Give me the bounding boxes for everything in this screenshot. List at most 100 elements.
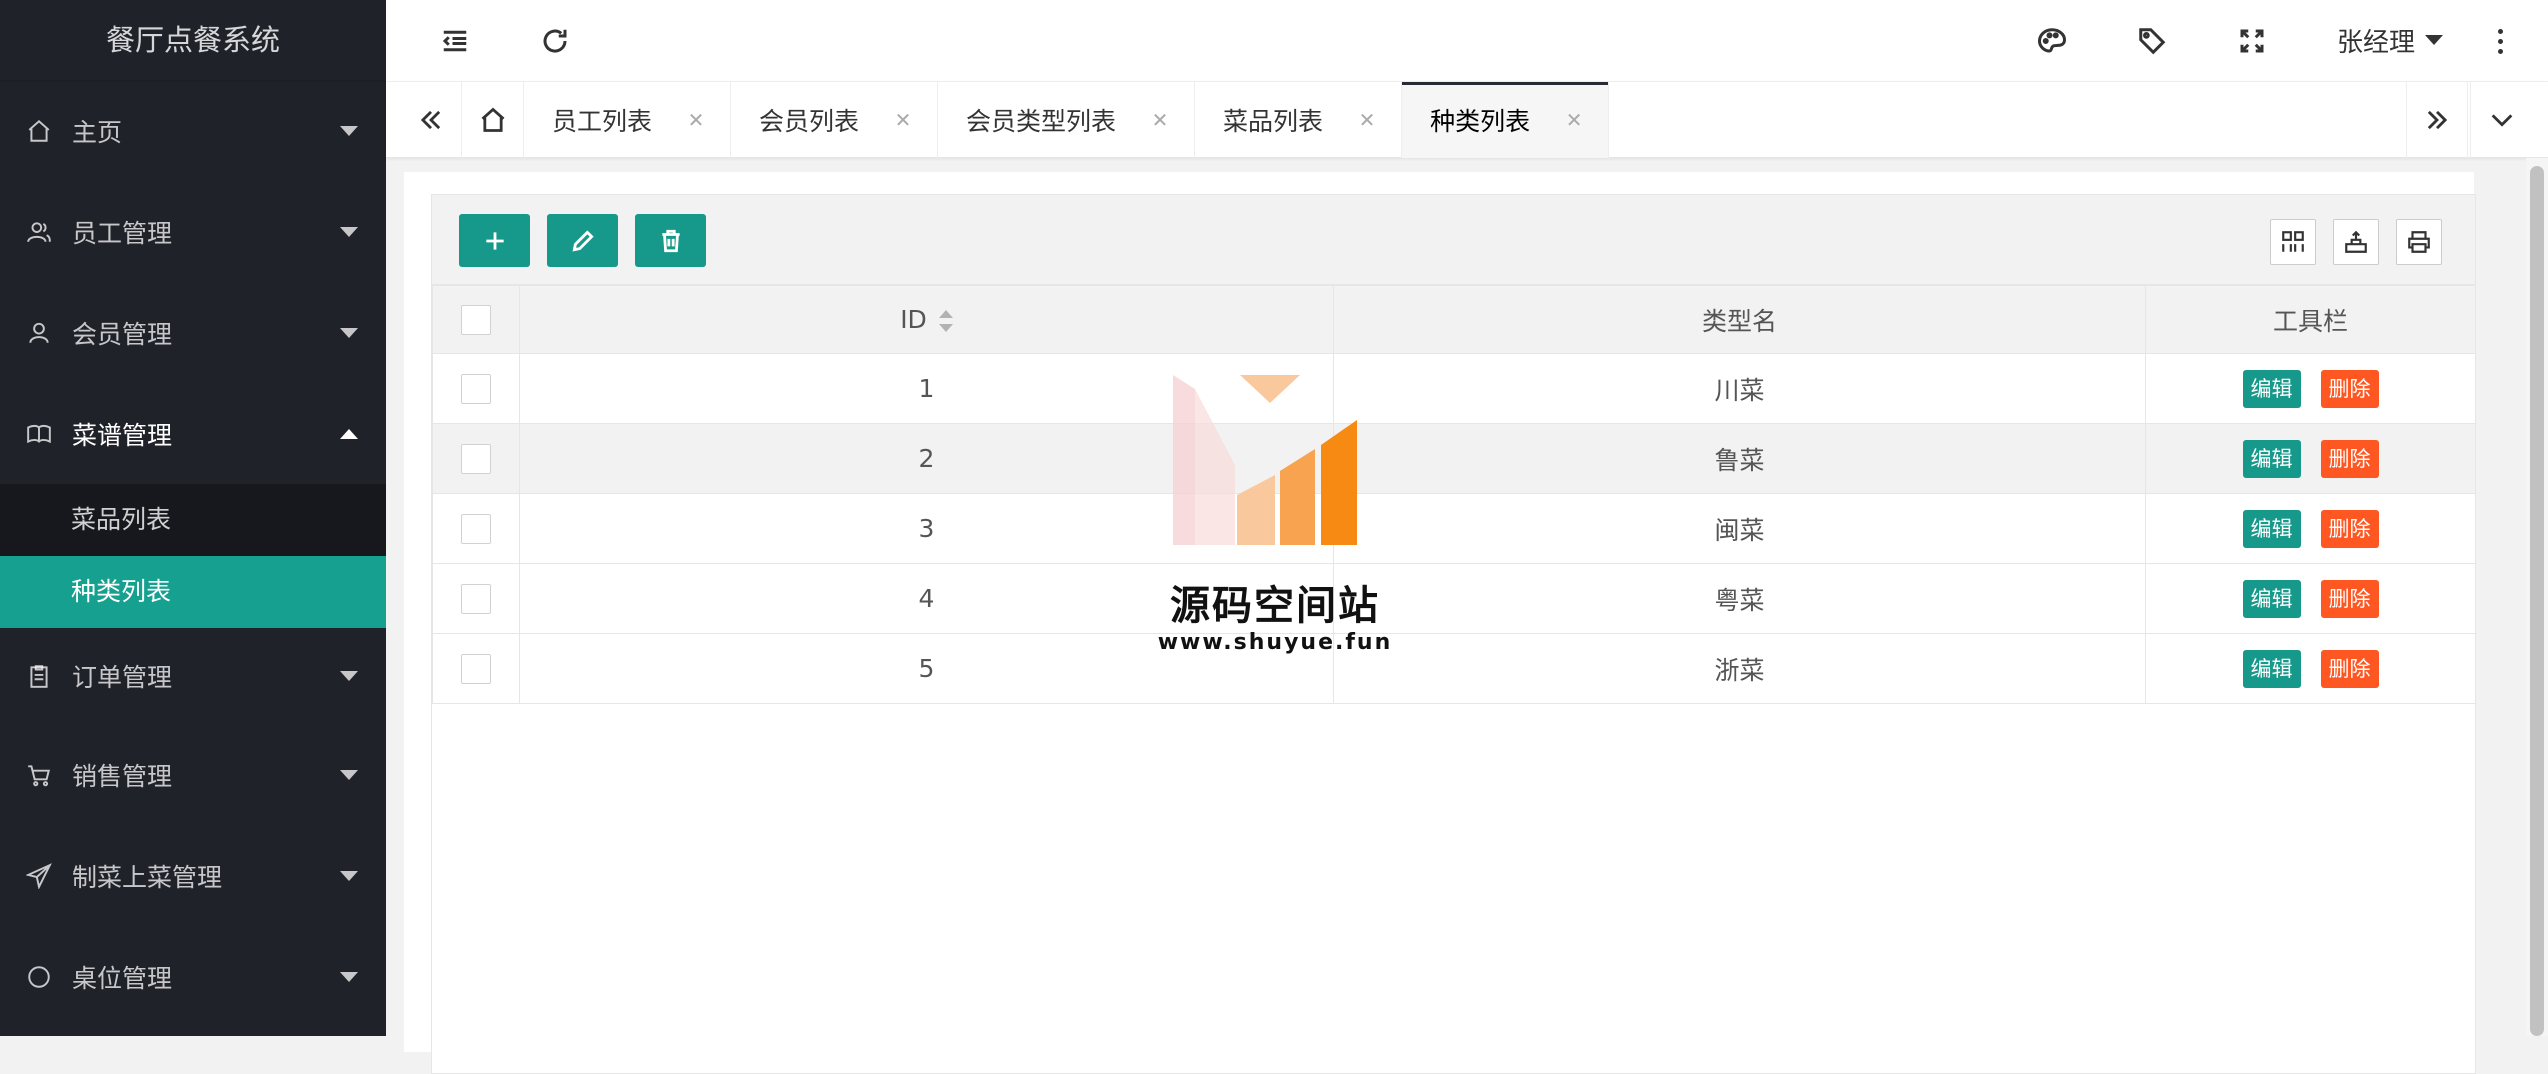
users-icon bbox=[26, 219, 52, 245]
username: 张经理 bbox=[2337, 27, 2416, 58]
sidebar-item-label: 制菜上菜管理 bbox=[72, 862, 223, 892]
sidebar-subitem-category-list[interactable]: 种类列表 bbox=[0, 556, 386, 628]
refresh-button[interactable] bbox=[534, 20, 576, 62]
row-edit-button[interactable]: 编辑 bbox=[2242, 649, 2301, 688]
tag-button[interactable] bbox=[2131, 20, 2173, 62]
send-icon bbox=[26, 862, 52, 889]
table-row: 3 闽菜 编辑 删除 bbox=[432, 493, 2476, 564]
chevron-down-icon bbox=[340, 870, 358, 881]
cell-id: 2 bbox=[519, 423, 1334, 494]
tabs-menu-button[interactable] bbox=[2470, 82, 2532, 158]
sidebar-item-sales[interactable]: 销售管理 bbox=[0, 724, 386, 825]
row-checkbox[interactable] bbox=[461, 654, 491, 684]
sidebar-item-label: 员工管理 bbox=[72, 218, 173, 248]
cell-type-name: 浙菜 bbox=[1333, 633, 2146, 704]
cell-id: 3 bbox=[519, 493, 1334, 564]
select-all-checkbox[interactable] bbox=[461, 305, 491, 335]
watermark-url: www.shuyue.fun bbox=[1157, 630, 1393, 655]
table-row: 1 川菜 编辑 删除 bbox=[432, 353, 2476, 424]
sidebar-item-label: 主页 bbox=[72, 117, 123, 147]
fullscreen-button[interactable] bbox=[2231, 20, 2273, 62]
refresh-icon bbox=[543, 29, 567, 53]
chevron-down-icon bbox=[2425, 35, 2444, 45]
home-icon bbox=[481, 107, 504, 132]
content-area: ID 类型名 工具栏 1 川菜 编辑 删除 2 鲁菜 编辑 删除 3 闽菜 编辑… bbox=[404, 172, 2476, 1074]
row-checkbox[interactable] bbox=[461, 514, 491, 544]
row-delete-button[interactable]: 删除 bbox=[2320, 509, 2379, 548]
tabs-scroll-left-button[interactable] bbox=[400, 82, 462, 158]
cell-id: 1 bbox=[519, 353, 1334, 424]
row-delete-button[interactable]: 删除 bbox=[2320, 649, 2379, 688]
tab-label: 员工列表 bbox=[552, 107, 653, 136]
sidebar-subitem-dish-list[interactable]: 菜品列表 bbox=[0, 484, 386, 556]
edit-button[interactable] bbox=[547, 214, 618, 267]
export-button[interactable] bbox=[2333, 219, 2379, 265]
sidebar-item-staff[interactable]: 员工管理 bbox=[0, 181, 386, 282]
page-scrollbar[interactable] bbox=[2526, 158, 2548, 1036]
table-row: 4 粤菜 编辑 删除 bbox=[432, 563, 2476, 634]
close-icon[interactable]: ✕ bbox=[1357, 108, 1377, 132]
watermark-title: 源码空间站 bbox=[1170, 583, 1380, 629]
sidebar: 餐厅点餐系统 主页 员工管理 会员管理 菜谱管理 菜品列表 种类列表 订单管理 … bbox=[0, 0, 386, 1036]
column-header-id[interactable]: ID bbox=[519, 285, 1334, 354]
close-icon[interactable]: ✕ bbox=[893, 108, 913, 132]
scrollbar-thumb[interactable] bbox=[2530, 166, 2544, 1036]
chevron-down-icon bbox=[340, 769, 358, 780]
chevron-down-icon bbox=[340, 327, 358, 338]
row-edit-button[interactable]: 编辑 bbox=[2242, 509, 2301, 548]
theme-button[interactable] bbox=[2031, 20, 2073, 62]
sidebar-item-home[interactable]: 主页 bbox=[0, 80, 386, 181]
row-edit-button[interactable]: 编辑 bbox=[2242, 579, 2301, 618]
sort-icon[interactable] bbox=[938, 310, 953, 332]
column-filter-button[interactable] bbox=[2270, 219, 2316, 265]
tab-label: 会员列表 bbox=[759, 107, 860, 136]
row-checkbox[interactable] bbox=[461, 374, 491, 404]
cell-type-name: 闽菜 bbox=[1333, 493, 2146, 564]
user-icon bbox=[26, 320, 52, 346]
chevron-down-icon bbox=[340, 671, 358, 681]
page-tabs-bar: 员工列表 ✕ 会员列表 ✕ 会员类型列表 ✕ 菜品列表 ✕ 种类列表 ✕ bbox=[386, 82, 2548, 158]
sidebar-item-kitchen-serving[interactable]: 制菜上菜管理 bbox=[0, 825, 386, 926]
tabs-scroll-right-button[interactable] bbox=[2406, 82, 2468, 158]
fullscreen-icon bbox=[2240, 29, 2264, 53]
delete-button[interactable] bbox=[635, 214, 706, 267]
tab-staff-list[interactable]: 员工列表 ✕ bbox=[524, 82, 732, 158]
sidebar-item-tables[interactable]: 桌位管理 bbox=[0, 926, 386, 1027]
close-icon[interactable]: ✕ bbox=[1150, 108, 1170, 132]
chevron-down-icon bbox=[340, 226, 358, 237]
tab-home[interactable] bbox=[462, 82, 524, 158]
row-checkbox[interactable] bbox=[461, 584, 491, 614]
print-button[interactable] bbox=[2396, 219, 2442, 265]
close-icon[interactable]: ✕ bbox=[1564, 108, 1584, 132]
row-delete-button[interactable]: 删除 bbox=[2320, 579, 2379, 618]
add-button[interactable] bbox=[459, 214, 530, 267]
sidebar-item-members[interactable]: 会员管理 bbox=[0, 282, 386, 383]
cart-icon bbox=[26, 762, 52, 788]
cell-type-name: 鲁菜 bbox=[1333, 423, 2146, 494]
row-delete-button[interactable]: 删除 bbox=[2320, 439, 2379, 478]
grid-columns-icon bbox=[2282, 231, 2304, 252]
sidebar-item-orders[interactable]: 订单管理 bbox=[0, 628, 386, 724]
tab-dish-list[interactable]: 菜品列表 ✕ bbox=[1195, 82, 1403, 158]
close-icon[interactable]: ✕ bbox=[686, 108, 706, 132]
sidebar-item-menu-management[interactable]: 菜谱管理 bbox=[0, 383, 386, 484]
row-edit-button[interactable]: 编辑 bbox=[2242, 439, 2301, 478]
collapse-sidebar-button[interactable] bbox=[434, 20, 476, 62]
row-checkbox[interactable] bbox=[461, 444, 491, 474]
chevron-down-icon bbox=[340, 125, 358, 136]
sidebar-item-label: 会员管理 bbox=[72, 319, 173, 349]
column-header-type-name: 类型名 bbox=[1333, 285, 2146, 354]
user-menu[interactable]: 张经理 bbox=[2337, 18, 2444, 62]
tab-member-type-list[interactable]: 会员类型列表 ✕ bbox=[938, 82, 1196, 158]
more-options-button[interactable] bbox=[2485, 20, 2515, 62]
tag-icon bbox=[2139, 28, 2166, 55]
tab-label: 会员类型列表 bbox=[966, 107, 1117, 136]
row-delete-button[interactable]: 删除 bbox=[2320, 369, 2379, 408]
tab-member-list[interactable]: 会员列表 ✕ bbox=[731, 82, 939, 158]
chevron-up-icon bbox=[340, 428, 358, 439]
sidebar-item-label: 菜谱管理 bbox=[72, 420, 173, 450]
select-all-cell bbox=[432, 285, 520, 354]
row-edit-button[interactable]: 编辑 bbox=[2242, 369, 2301, 408]
tab-category-list[interactable]: 种类列表 ✕ bbox=[1402, 82, 1610, 158]
tab-list: 员工列表 ✕ 会员列表 ✕ 会员类型列表 ✕ 菜品列表 ✕ 种类列表 ✕ bbox=[524, 82, 1610, 158]
